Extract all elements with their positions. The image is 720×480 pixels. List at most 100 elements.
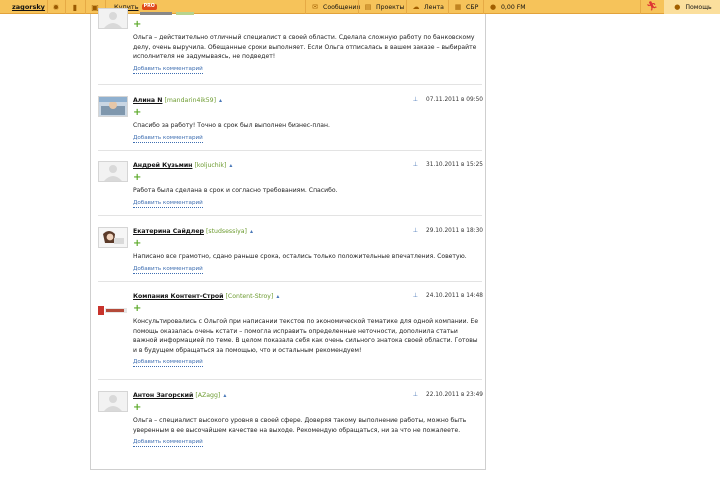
- nav-feed-label: Лента: [424, 3, 444, 11]
- money-icon: ●: [489, 3, 497, 11]
- positive-plus-icon: +: [133, 238, 142, 249]
- positive-plus-icon: +: [133, 402, 142, 413]
- pro-badge: PRO: [141, 4, 157, 10]
- user-silhouette-icon: [99, 9, 127, 28]
- divider: [98, 281, 482, 282]
- settings-gear-icon[interactable]: ✹: [51, 0, 61, 14]
- user-photo-icon: [99, 97, 127, 116]
- nav-safe-deal-label: СБР: [466, 3, 479, 11]
- user-silhouette-icon: [99, 162, 127, 181]
- rating-icon: ▴: [219, 97, 223, 104]
- nav-messages[interactable]: ✉ Сообщения: [310, 0, 360, 14]
- reviewer-login-link[interactable]: [AZagg]: [195, 392, 220, 399]
- reviewer-login-link[interactable]: [koljuchik]: [194, 162, 226, 169]
- divider: [47, 0, 48, 14]
- reviewer-name-link[interactable]: Андрей Кузьмин: [133, 162, 192, 169]
- reviewer-name-link[interactable]: Компания Контент-Строй: [133, 293, 224, 300]
- review-text: Ольга – действительно отличный специалис…: [133, 34, 477, 61]
- link-pin-icon[interactable]: ⊥: [413, 96, 418, 103]
- username-link[interactable]: zagorsky: [12, 0, 45, 14]
- avatar[interactable]: [98, 8, 128, 29]
- add-comment-link[interactable]: Добавить комментарий: [133, 135, 203, 143]
- divider: [305, 0, 306, 14]
- reviewer-name-link[interactable]: Екатерина Сайдлер: [133, 228, 204, 235]
- company-logo-icon: [98, 305, 127, 315]
- reviewer-name-link[interactable]: Антон Загорский: [133, 392, 193, 399]
- add-comment-link[interactable]: Добавить комментарий: [133, 200, 203, 208]
- divider: [406, 0, 407, 14]
- help-button[interactable]: ● Помощь: [664, 0, 720, 14]
- positive-plus-icon: +: [133, 19, 142, 30]
- rating-icon: ▴: [223, 392, 227, 399]
- divider: [98, 150, 482, 151]
- reviewer-login-link[interactable]: [studsessiya]: [206, 228, 247, 235]
- nav-balance[interactable]: ● 0,00 FM: [488, 0, 526, 14]
- envelope-icon: ✉: [312, 3, 318, 11]
- review-body: Антон Загорский [AZagg] ▴ ⊥ 22.10.2011 в 23…: [133, 391, 483, 448]
- help-label: Помощь: [685, 3, 712, 11]
- reviewer-name-link[interactable]: Алина N: [133, 97, 162, 104]
- review-date: ⊥ 07.11.2011 в 09:50: [412, 96, 483, 103]
- rating-icon: ▴: [229, 162, 233, 169]
- divider: [85, 0, 86, 14]
- divider: [358, 0, 359, 14]
- nav-projects[interactable]: ▤ Проекты: [363, 0, 405, 14]
- reviewer-login-link[interactable]: [Content-Stroy]: [226, 293, 274, 300]
- nav-safe-deal[interactable]: ▦ СБР: [453, 0, 479, 14]
- divider: [98, 379, 482, 380]
- link-pin-icon[interactable]: ⊥: [413, 391, 418, 398]
- company-logo[interactable]: [98, 300, 128, 321]
- divider: [483, 0, 484, 14]
- divider: [65, 0, 66, 14]
- stats-chart-icon[interactable]: ▮: [70, 0, 80, 14]
- positive-plus-icon: +: [133, 303, 142, 314]
- review-date: ⊥ 29.10.2011 в 18:30: [412, 227, 483, 234]
- safe-deal-icon: ▦: [454, 3, 462, 11]
- avatar[interactable]: [98, 161, 128, 182]
- avatar[interactable]: [98, 96, 128, 117]
- review-date: ⊥ 31.10.2011 в 15:25: [412, 161, 483, 168]
- review-text: Работа была сделана в срок и согласно тр…: [133, 187, 338, 194]
- rating-icon: ▴: [249, 228, 253, 235]
- review-header: Антон Загорский [AZagg] ▴ ⊥ 22.10.2011 в 23…: [133, 391, 483, 403]
- link-pin-icon[interactable]: ⊥: [413, 161, 418, 168]
- add-comment-link[interactable]: Добавить комментарий: [133, 359, 203, 368]
- review-text: Ольга – специалист высокого уровня в сво…: [133, 417, 467, 434]
- add-comment-link[interactable]: Добавить комментарий: [133, 439, 203, 448]
- positive-plus-icon: +: [133, 172, 142, 183]
- review-text: Спасибо за работу! Точно в срок был выпо…: [133, 122, 330, 129]
- rating-icon: ▴: [276, 293, 280, 300]
- cut-off-header: [140, 12, 194, 16]
- review-header: Андрей Кузьмин [koljuchik] ▴ ⊥ 31.10.2011 в…: [133, 161, 483, 173]
- activity-runner-icon[interactable]: 🏃︎: [645, 0, 659, 14]
- divider: [98, 84, 482, 85]
- help-icon: ●: [674, 3, 681, 11]
- user-photo-icon: [99, 228, 127, 247]
- review-date: ⊥ 22.10.2011 в 23:49: [412, 391, 483, 398]
- reviews-panel: + Ольга – действительно отличный специал…: [90, 8, 486, 470]
- review-text: Консультировались с Ольгой при написании…: [133, 318, 479, 354]
- add-comment-link[interactable]: Добавить комментарий: [133, 66, 203, 74]
- divider: [448, 0, 449, 14]
- divider: [98, 215, 482, 216]
- review-body: + Ольга – действительно отличный специал…: [133, 20, 483, 74]
- divider: [640, 0, 641, 14]
- add-comment-link[interactable]: Добавить комментарий: [133, 266, 203, 274]
- reviewer-login-link[interactable]: [mandarin4ik59]: [164, 97, 216, 104]
- nav-balance-label: 0,00 FM: [501, 3, 526, 11]
- positive-plus-icon: +: [133, 107, 142, 118]
- review-body: Екатерина Сайдлер [studsessiya] ▴ ⊥ 29.10.2…: [133, 227, 483, 274]
- review-header: Компания Контент-Строй [Content-Stroy] ▴ ⊥…: [133, 292, 483, 304]
- link-pin-icon[interactable]: ⊥: [413, 227, 418, 234]
- avatar[interactable]: [98, 227, 128, 248]
- user-silhouette-icon: [99, 392, 127, 411]
- nav-messages-label: Сообщения: [323, 3, 361, 11]
- avatar[interactable]: [98, 391, 128, 412]
- link-pin-icon[interactable]: ⊥: [413, 292, 418, 299]
- feed-icon: ☁: [412, 3, 420, 11]
- review-date: ⊥ 24.10.2011 в 14:48: [412, 292, 483, 299]
- nav-feed[interactable]: ☁ Лента: [411, 0, 444, 14]
- review-header: Алина N [mandarin4ik59] ▴ ⊥ 07.11.2011 в 09…: [133, 96, 483, 108]
- review-body: Алина N [mandarin4ik59] ▴ ⊥ 07.11.2011 в 09…: [133, 96, 483, 143]
- folder-icon: ▤: [364, 3, 372, 11]
